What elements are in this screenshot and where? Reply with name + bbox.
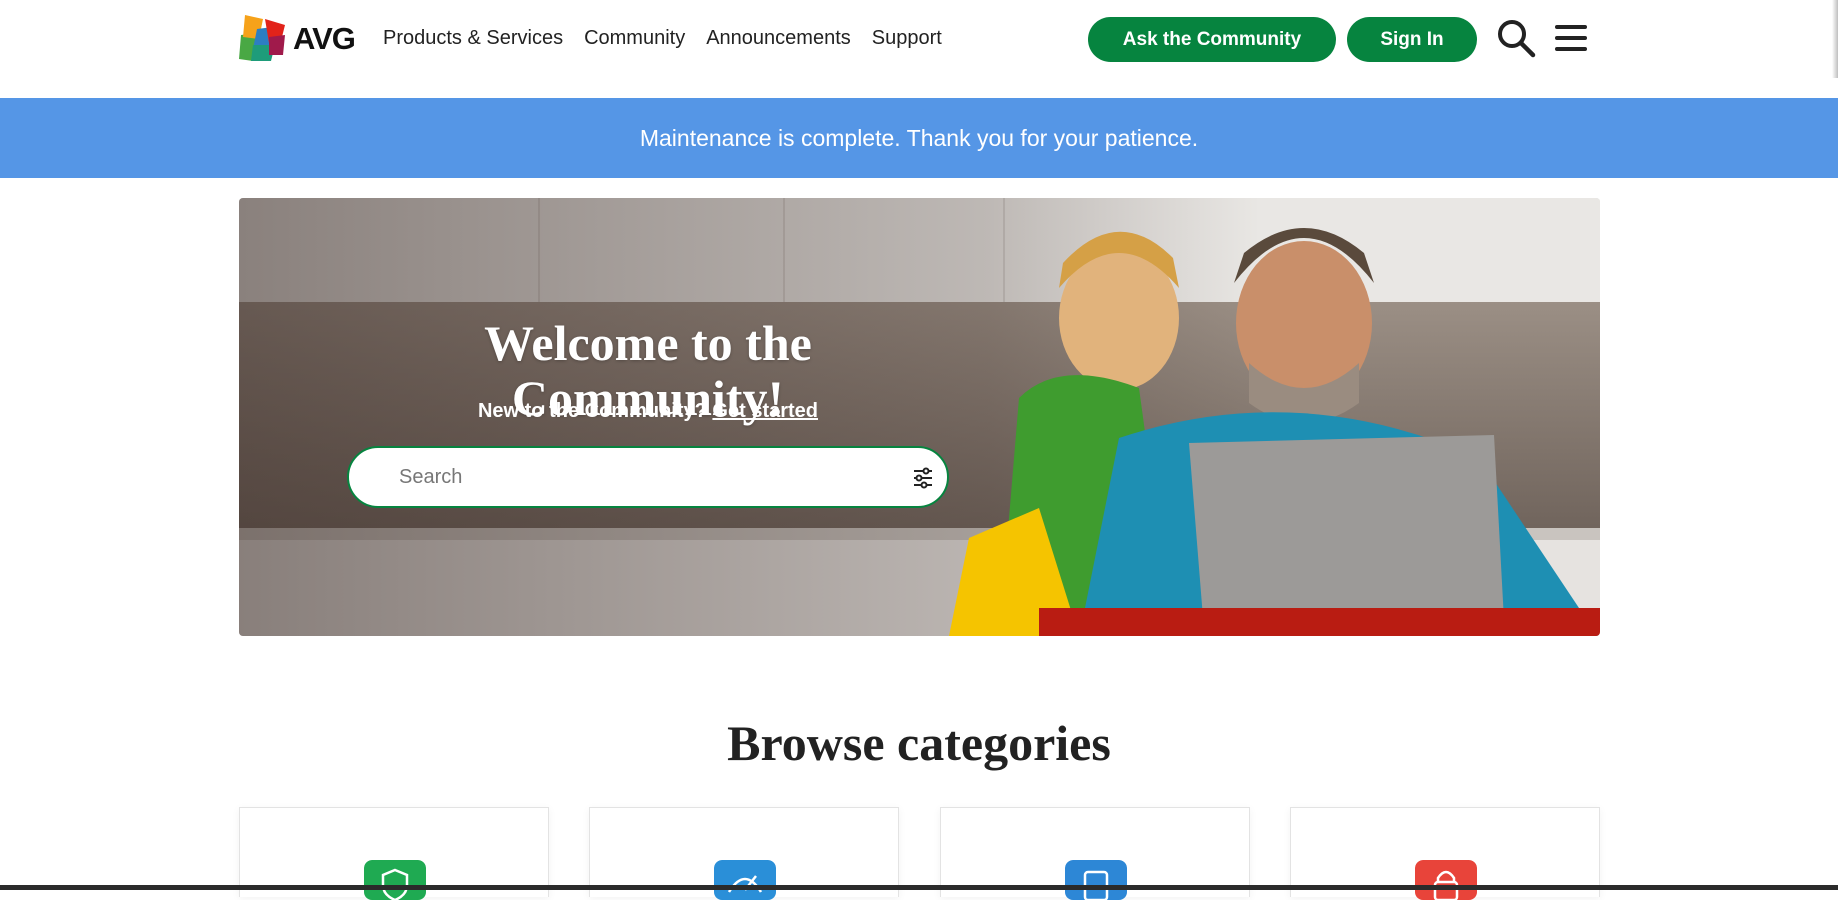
category-card[interactable] <box>940 807 1250 900</box>
get-started-link[interactable]: Get started <box>712 400 818 422</box>
bottom-taskbar-edge <box>0 885 1838 890</box>
maintenance-banner: Maintenance is complete. Thank you for y… <box>0 98 1838 178</box>
lock-icon <box>1415 860 1477 900</box>
avg-logo-icon <box>239 15 285 61</box>
hamburger-menu-icon[interactable] <box>1553 20 1591 56</box>
community-search-box <box>347 446 949 508</box>
hero-section: Welcome to the Community! New to the Com… <box>239 198 1600 636</box>
new-to-community-text: New to the Community? Get started <box>347 400 949 423</box>
new-to-community-prefix: New to the Community? <box>477 400 707 422</box>
avg-logo[interactable]: AVG <box>239 15 356 61</box>
nav-support[interactable]: Support <box>872 22 942 54</box>
banner-text: Maintenance is complete. Thank you for y… <box>639 124 1199 151</box>
speedometer-icon <box>714 860 776 900</box>
window-edge-shadow <box>1832 0 1838 78</box>
nav-community[interactable]: Community <box>584 22 685 54</box>
category-card[interactable] <box>239 807 549 900</box>
nav-products-services[interactable]: Products & Services <box>383 22 563 54</box>
device-icon <box>1065 860 1127 900</box>
main-nav: Products & Services Community Announceme… <box>383 22 963 54</box>
logo-text: AVG <box>293 20 356 56</box>
shield-icon <box>364 860 426 900</box>
sign-in-button[interactable]: Sign In <box>1347 17 1477 62</box>
browse-categories-title: Browse categories <box>727 715 1111 771</box>
nav-announcements[interactable]: Announcements <box>706 22 851 54</box>
site-header: AVG Products & Services Community Announ… <box>0 0 1838 98</box>
search-icon[interactable] <box>1496 18 1536 58</box>
category-card[interactable] <box>1290 807 1600 900</box>
community-search-input[interactable] <box>397 464 857 490</box>
category-card[interactable] <box>589 807 899 900</box>
ask-the-community-button[interactable]: Ask the Community <box>1088 17 1336 62</box>
search-filter-icon[interactable] <box>911 466 935 490</box>
